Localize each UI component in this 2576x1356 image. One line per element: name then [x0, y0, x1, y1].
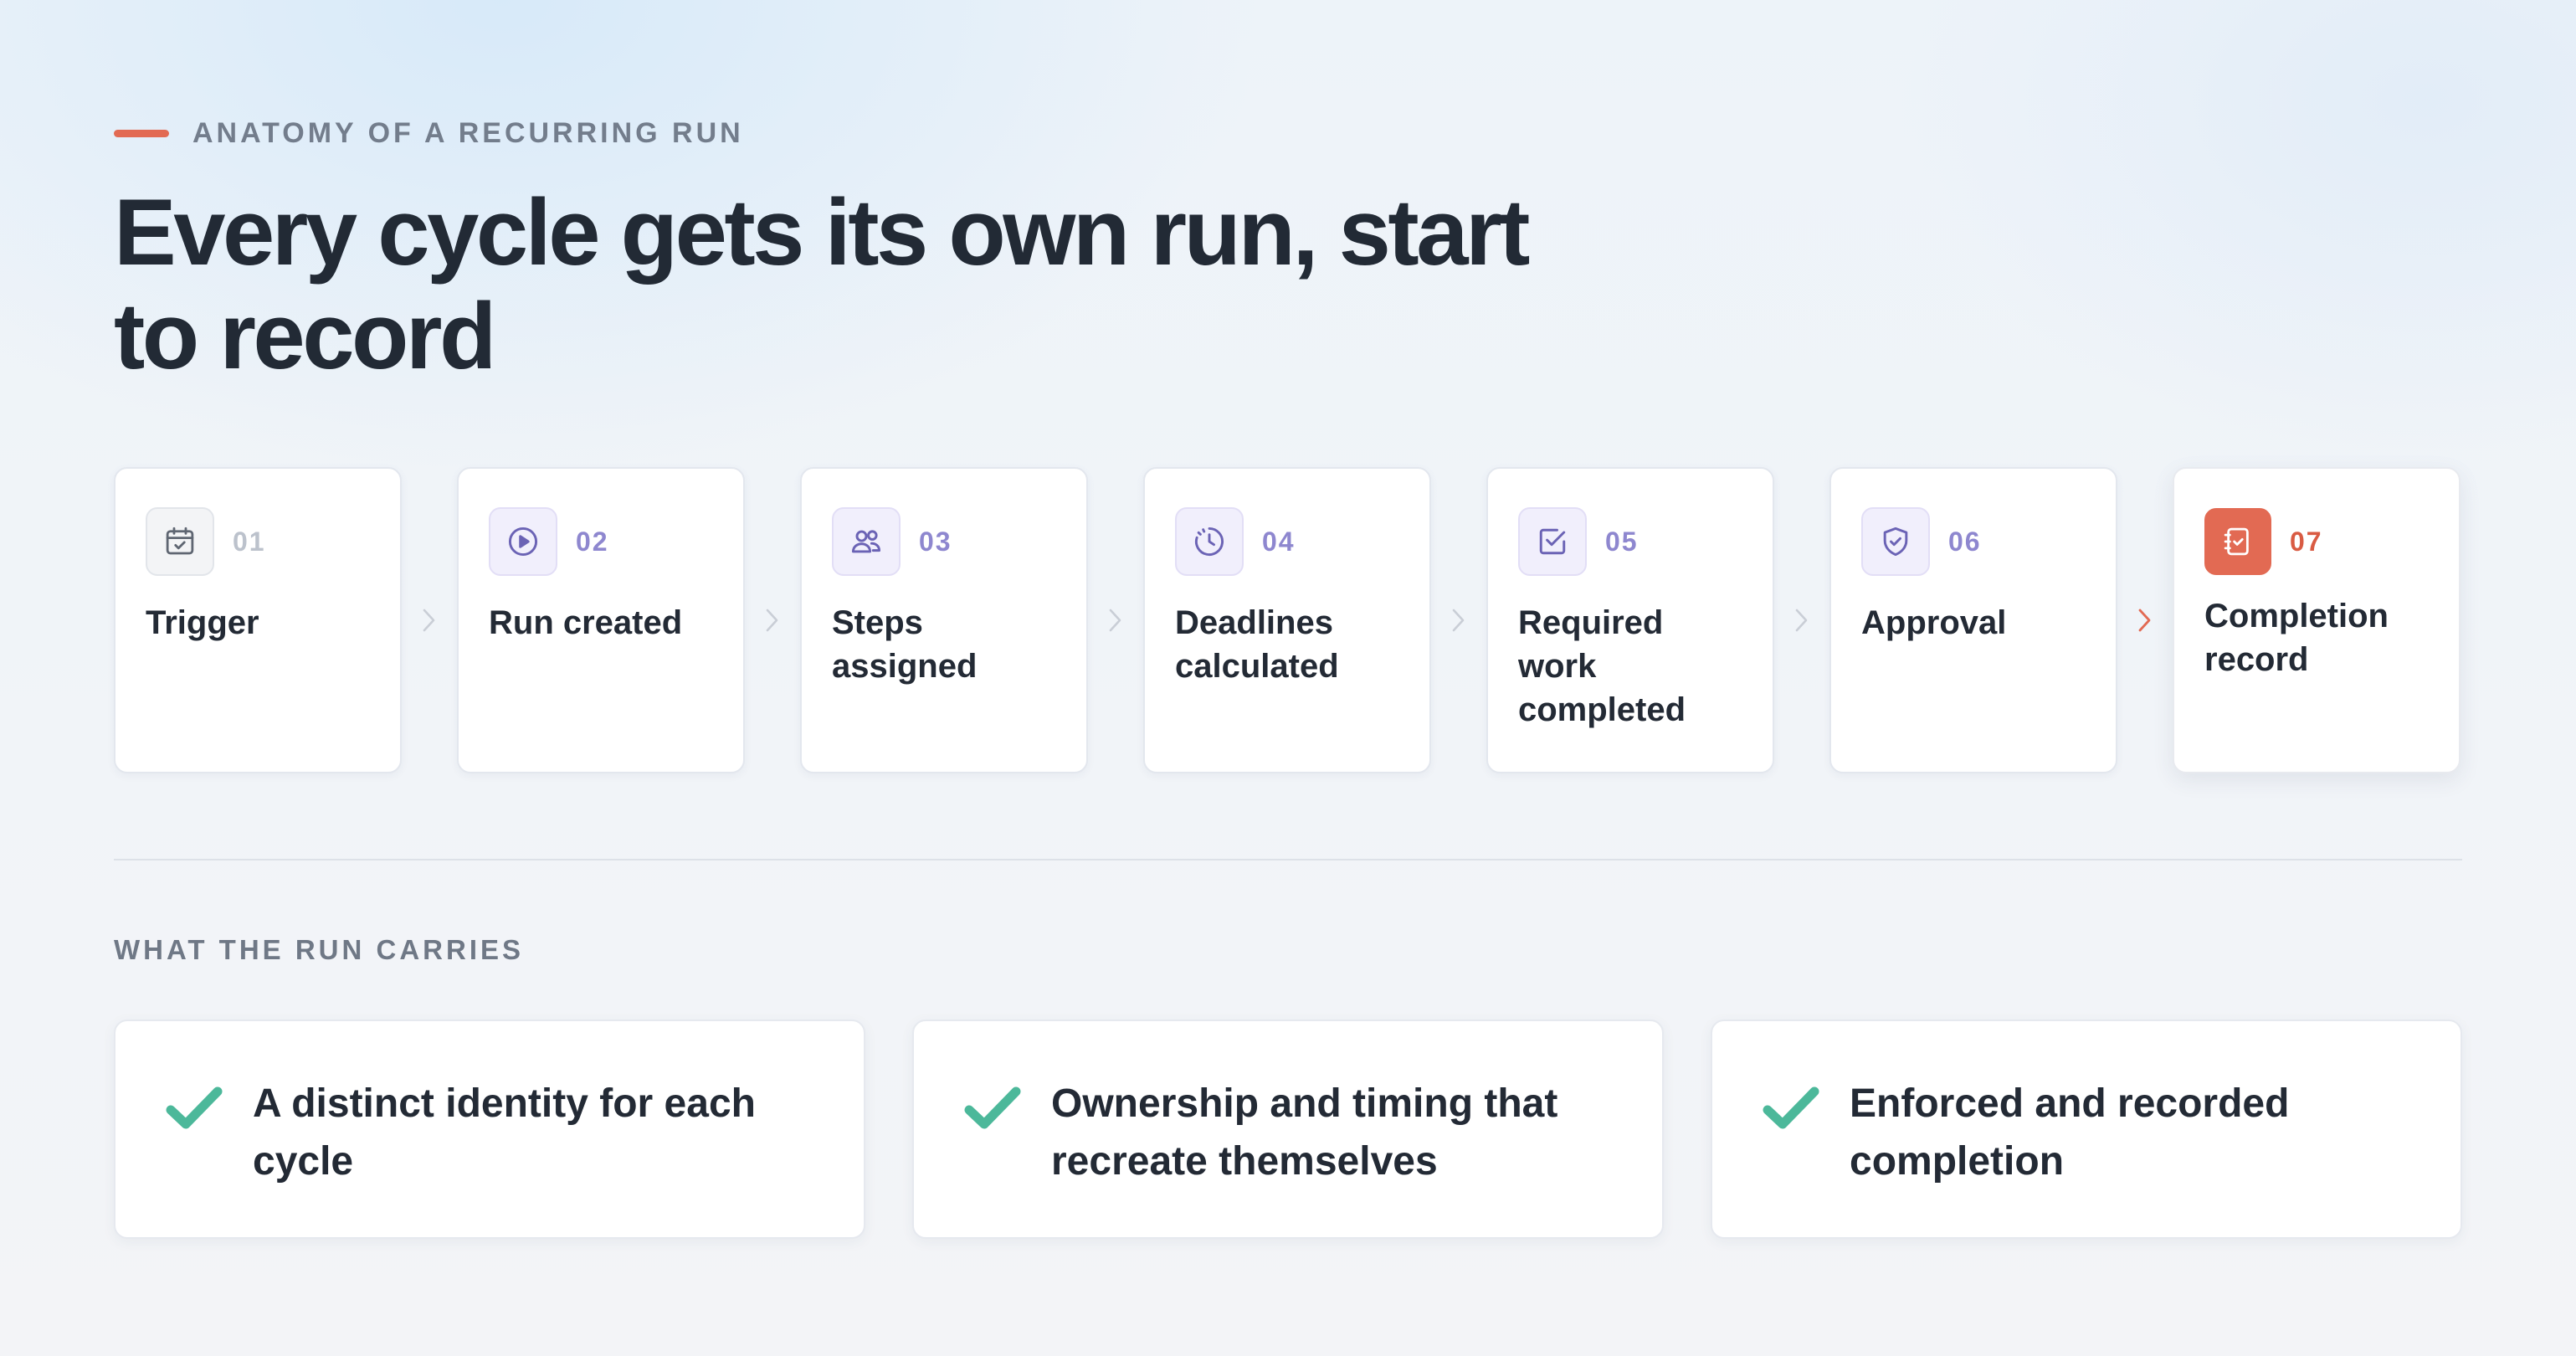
- chevron-right-icon: [745, 467, 800, 773]
- step-number: 02: [576, 526, 609, 557]
- shield-check-icon: [1861, 507, 1930, 576]
- check-icon: [1763, 1086, 1819, 1129]
- clock-icon: [1175, 507, 1244, 576]
- calendar-check-icon: [146, 507, 214, 576]
- check-icon: [964, 1086, 1021, 1129]
- step-label: Approval: [1861, 604, 2007, 641]
- step-label: Trigger: [146, 604, 259, 641]
- chevron-right-icon: [2117, 467, 2173, 773]
- step-label: Steps assigned: [832, 604, 978, 685]
- chevron-right-icon: [1774, 467, 1829, 773]
- page: ANATOMY OF A RECURRING RUN Every cycle g…: [114, 0, 2462, 1356]
- play-circle-icon: [489, 507, 557, 576]
- step-number: 05: [1605, 526, 1639, 557]
- run-steps: 01 Trigger 02 Run created 03 Steps assig…: [114, 467, 2462, 773]
- eyebrow-text: ANATOMY OF A RECURRING RUN: [192, 117, 744, 149]
- step-card-trigger: 01 Trigger: [114, 467, 402, 773]
- step-label: Deadlines calculated: [1175, 604, 1339, 685]
- eyebrow: ANATOMY OF A RECURRING RUN: [114, 117, 744, 150]
- step-number: 07: [2290, 526, 2323, 557]
- carries-heading: WHAT THE RUN CARRIES: [114, 934, 525, 965]
- step-card-approval: 06 Approval: [1829, 467, 2117, 773]
- chevron-right-icon: [402, 467, 457, 773]
- carries-card: A distinct identity for each cycle: [114, 1020, 865, 1239]
- users-icon: [832, 507, 901, 576]
- step-label: Run created: [489, 604, 683, 641]
- chevron-right-icon: [1431, 467, 1486, 773]
- step-card-completion-record: 07 Completion record: [2173, 467, 2461, 773]
- record-book-icon: [2204, 508, 2271, 575]
- carries-card: Ownership and timing that recreate thems…: [912, 1020, 1664, 1239]
- step-label: Required work completed: [1518, 604, 1686, 728]
- chevron-right-icon: [1088, 467, 1143, 773]
- step-card-required-work-completed: 05 Required work completed: [1486, 467, 1774, 773]
- step-card-run-created: 02 Run created: [457, 467, 745, 773]
- eyebrow-accent-bar: [114, 130, 169, 137]
- carries-text: Enforced and recorded completion: [1850, 1081, 2290, 1184]
- step-card-deadlines-calculated: 04 Deadlines calculated: [1143, 467, 1431, 773]
- step-number: 04: [1262, 526, 1296, 557]
- carries-text: Ownership and timing that recreate thems…: [1051, 1081, 1558, 1184]
- carries-list: A distinct identity for each cycle Owner…: [114, 1020, 2462, 1239]
- page-title: Every cycle gets its own run, start to r…: [114, 180, 1530, 388]
- section-divider: [114, 859, 2462, 860]
- step-number: 06: [1948, 526, 1982, 557]
- step-number: 03: [919, 526, 952, 557]
- step-card-steps-assigned: 03 Steps assigned: [800, 467, 1088, 773]
- carries-text: A distinct identity for each cycle: [253, 1081, 756, 1184]
- checkbox-icon: [1518, 507, 1587, 576]
- check-icon: [166, 1086, 223, 1129]
- carries-card: Enforced and recorded completion: [1711, 1020, 2462, 1239]
- step-number: 01: [233, 526, 266, 557]
- step-label: Completion record: [2204, 598, 2389, 678]
